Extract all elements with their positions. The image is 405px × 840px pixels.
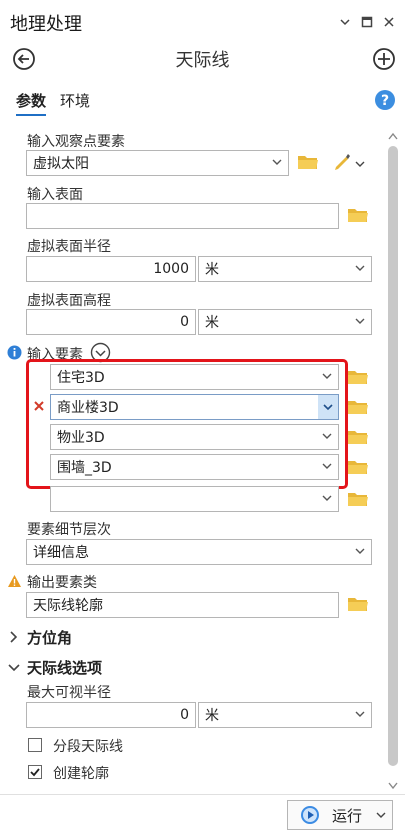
folder-icon[interactable] (347, 398, 369, 419)
radius-unit-select[interactable]: 米 (198, 256, 372, 282)
max-radius-unit-select[interactable]: 米 (198, 702, 372, 728)
scroll-up-icon[interactable] (388, 128, 398, 144)
feature-value: 商业楼3D (57, 400, 119, 416)
elevation-value: 0 (180, 314, 189, 330)
chevron-down-icon[interactable] (8, 661, 20, 677)
maximize-icon[interactable] (358, 13, 376, 31)
chevron-down-icon (322, 373, 332, 379)
folder-icon[interactable] (347, 458, 369, 479)
folder-icon[interactable] (347, 368, 369, 389)
chevron-down-icon (272, 159, 282, 165)
feature-value: 物业3D (57, 430, 105, 446)
tab-parameters[interactable]: 参数 (16, 90, 47, 116)
segment-skyline-checkbox[interactable] (28, 738, 42, 752)
chevron-down-icon (355, 265, 365, 271)
help-icon[interactable]: ? (374, 89, 396, 115)
surface-input[interactable] (26, 203, 339, 229)
chevron-down-icon[interactable] (376, 810, 386, 820)
folder-icon[interactable] (347, 206, 369, 227)
feature-select-active[interactable]: 商业楼3D (50, 394, 339, 420)
lod-label: 要素细节层次 (27, 522, 111, 538)
warning-icon (7, 574, 22, 592)
lod-value: 详细信息 (33, 545, 89, 561)
output-input[interactable]: 天际线轮廓 (26, 592, 339, 618)
pencil-icon[interactable] (332, 151, 352, 175)
elevation-unit: 米 (205, 315, 219, 331)
feature-value: 住宅3D (57, 370, 105, 386)
run-label: 运行 (332, 806, 363, 825)
chevron-down-icon (355, 548, 365, 554)
max-radius-input[interactable]: 0 (26, 702, 196, 728)
chevron-down-icon (323, 404, 333, 411)
elevation-label: 虚拟表面高程 (27, 293, 111, 309)
close-icon[interactable] (380, 13, 398, 31)
chevron-down-icon[interactable] (336, 13, 354, 31)
feature-select[interactable]: 住宅3D (50, 364, 339, 390)
chevron-down-icon (322, 495, 332, 501)
chevron-right-icon[interactable] (9, 631, 19, 647)
chevron-down-icon (322, 433, 332, 439)
chevron-down-icon[interactable] (355, 157, 365, 173)
scrollbar-thumb[interactable] (388, 146, 398, 766)
max-radius-unit: 米 (205, 708, 219, 724)
feature-select-empty[interactable] (50, 486, 339, 512)
run-button[interactable]: 运行 (287, 800, 393, 830)
folder-icon[interactable] (347, 490, 369, 511)
elevation-unit-select[interactable]: 米 (198, 309, 372, 335)
output-label: 输出要素类 (27, 575, 97, 591)
max-radius-value: 0 (180, 707, 189, 723)
chevron-down-icon (355, 318, 365, 324)
checkmark-icon (30, 768, 40, 777)
elevation-input[interactable]: 0 (26, 309, 196, 335)
feature-select[interactable]: 物业3D (50, 424, 339, 450)
observer-select[interactable]: 虚拟太阳 (26, 150, 289, 176)
info-icon[interactable] (7, 345, 22, 364)
svg-text:?: ? (381, 93, 389, 109)
play-icon (301, 806, 319, 824)
tool-title: 天际线 (175, 50, 230, 71)
add-icon[interactable] (372, 47, 396, 75)
chevron-down-icon (322, 463, 332, 469)
tab-environments[interactable]: 环境 (60, 90, 90, 111)
observer-label: 输入观察点要素 (27, 134, 125, 150)
azimuth-section-header[interactable]: 方位角 (27, 627, 72, 648)
radius-unit: 米 (205, 262, 219, 278)
folder-icon[interactable] (297, 153, 319, 174)
panel-title: 地理处理 (10, 14, 82, 35)
folder-icon[interactable] (347, 595, 369, 616)
output-value: 天际线轮廓 (33, 598, 103, 614)
skyline-options-header[interactable]: 天际线选项 (27, 657, 102, 678)
surface-label: 输入表面 (27, 187, 83, 203)
create-silhouette-checkbox[interactable] (28, 765, 42, 779)
dropdown-button[interactable] (318, 395, 338, 419)
max-radius-label: 最大可视半径 (27, 685, 111, 701)
feature-value: 围墙_3D (57, 460, 112, 476)
chevron-down-icon (355, 711, 365, 717)
create-silhouette-label: 创建轮廓 (53, 766, 109, 782)
remove-x-icon[interactable] (33, 400, 45, 416)
scroll-down-icon[interactable] (388, 778, 398, 794)
radius-input[interactable]: 1000 (26, 256, 196, 282)
folder-icon[interactable] (347, 428, 369, 449)
segment-skyline-label: 分段天际线 (53, 739, 123, 755)
lod-select[interactable]: 详细信息 (26, 539, 372, 565)
radius-label: 虚拟表面半径 (27, 239, 111, 255)
radius-value: 1000 (153, 261, 189, 277)
feature-select[interactable]: 围墙_3D (50, 454, 339, 480)
observer-value: 虚拟太阳 (33, 156, 89, 172)
footer-divider (0, 794, 405, 795)
